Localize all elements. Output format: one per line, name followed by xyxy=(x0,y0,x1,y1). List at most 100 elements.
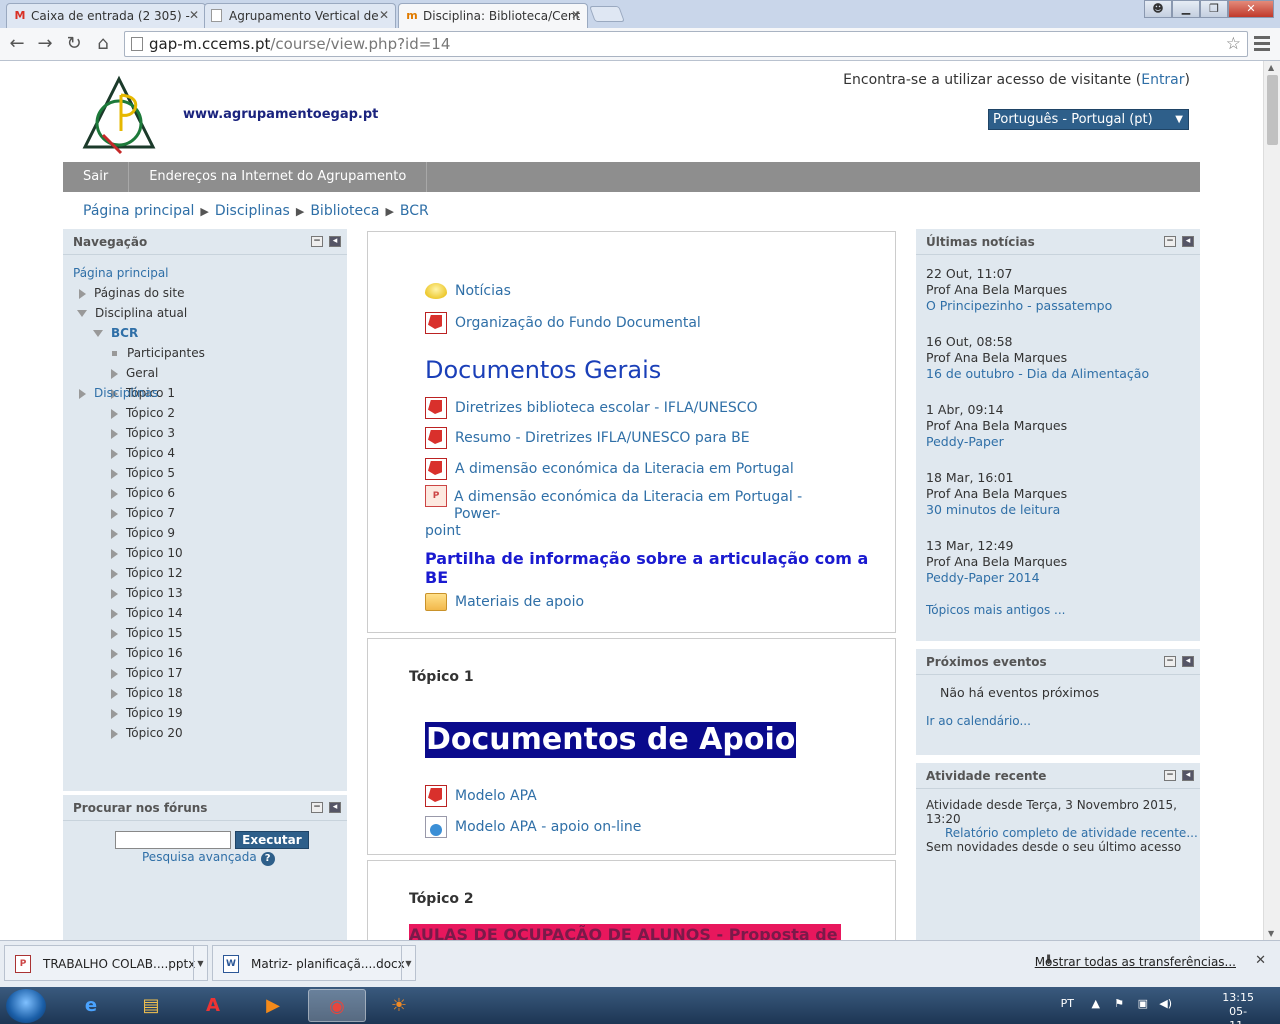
nav-topic-item[interactable]: Tópico 19 xyxy=(73,703,337,723)
dock-icon[interactable]: ◂ xyxy=(329,802,341,813)
advanced-search-link[interactable]: Pesquisa avançada ? xyxy=(115,850,347,866)
forum-search-input[interactable] xyxy=(115,831,231,849)
news-link[interactable]: O Principezinho - passatempo xyxy=(926,298,1190,314)
close-downloads-icon[interactable]: ✕ xyxy=(1255,953,1266,968)
breadcrumb-disciplinas[interactable]: Disciplinas xyxy=(215,203,290,219)
chrome-icon[interactable]: ◉ xyxy=(308,989,366,1022)
news-link[interactable]: Peddy-Paper xyxy=(926,434,1190,450)
close-tab-icon[interactable]: ✕ xyxy=(571,8,581,22)
nav-topic-item[interactable]: Tópico 5 xyxy=(73,463,337,483)
network-icon[interactable]: ▣ xyxy=(1138,997,1148,1010)
firefox-icon[interactable]: ☀ xyxy=(370,989,428,1022)
nav-topic-item[interactable]: Tópico 14 xyxy=(73,603,337,623)
news-link[interactable]: 30 minutos de leitura xyxy=(926,502,1190,518)
activity-apa[interactable]: Modelo APA xyxy=(425,785,537,807)
dock-icon[interactable]: ◂ xyxy=(329,236,341,247)
dock-icon[interactable]: ◂ xyxy=(1182,236,1194,247)
new-tab-button[interactable] xyxy=(589,6,625,22)
nav-topic-item[interactable]: Tópico 3 xyxy=(73,423,337,443)
start-button[interactable] xyxy=(6,989,46,1023)
nav-topic-item[interactable]: Tópico 9 xyxy=(73,523,337,543)
download-item-pptx[interactable]: P TRABALHO COLAB....pptx ▼ xyxy=(4,945,208,981)
nav-topic-item[interactable]: Tópico 6 xyxy=(73,483,337,503)
chevron-down-icon[interactable]: ▼ xyxy=(401,946,415,980)
show-all-downloads-link[interactable]: Mostrar todas as transferências... xyxy=(1035,955,1236,969)
collapse-icon[interactable]: − xyxy=(311,236,323,247)
activity-apa-online[interactable]: Modelo APA - apoio on-line xyxy=(425,816,641,838)
nav-courses[interactable]: Disciplinas xyxy=(73,383,337,403)
tab-disciplina[interactable]: m Disciplina: Biblioteca/Cent ✕ xyxy=(398,3,588,28)
activity-doc-3[interactable]: A dimensão económica da Literacia em Por… xyxy=(425,458,794,480)
chevron-down-icon[interactable]: ▼ xyxy=(193,946,207,980)
nav-topic-item[interactable]: Tópico 15 xyxy=(73,623,337,643)
forward-icon[interactable]: → xyxy=(34,33,56,55)
collapse-icon[interactable]: − xyxy=(1164,656,1176,667)
chrome-menu-icon[interactable] xyxy=(1254,36,1270,54)
internet-explorer-icon[interactable]: e xyxy=(62,989,120,1022)
execute-button[interactable]: Executar xyxy=(235,831,309,849)
collapse-icon[interactable]: − xyxy=(311,802,323,813)
calendar-link[interactable]: Ir ao calendário... xyxy=(916,700,1200,728)
breadcrumb-biblioteca[interactable]: Biblioteca xyxy=(310,203,379,219)
breadcrumb-bcr[interactable]: BCR xyxy=(400,203,429,219)
scroll-down-icon[interactable]: ▼ xyxy=(1268,929,1274,938)
activity-doc-2[interactable]: Resumo - Diretrizes IFLA/UNESCO para BE xyxy=(425,427,750,449)
restore-icon[interactable]: ❐ xyxy=(1200,0,1228,18)
collapse-icon[interactable]: − xyxy=(1164,236,1176,247)
page-scrollbar[interactable]: ▲ ▼ xyxy=(1263,61,1280,940)
breadcrumb-home[interactable]: Página principal xyxy=(83,203,194,219)
system-clock[interactable]: 13:15 05-11-2015 xyxy=(1222,991,1254,1024)
file-explorer-icon[interactable]: ▤ xyxy=(122,989,180,1022)
nav-topic-item[interactable]: Tópico 18 xyxy=(73,683,337,703)
activity-ppt[interactable]: P A dimensão económica da Literacia em P… xyxy=(425,485,845,540)
nav-participants[interactable]: Participantes xyxy=(73,343,337,363)
nav-topic-item[interactable]: Tópico 10 xyxy=(73,543,337,563)
nav-topic-item[interactable]: Tópico 7 xyxy=(73,503,337,523)
nav-site-pages[interactable]: Páginas do site xyxy=(73,283,337,303)
nav-topic-item[interactable]: Tópico 4 xyxy=(73,443,337,463)
full-report-link[interactable]: Relatório completo de atividade recente.… xyxy=(926,826,1200,840)
menu-item-sair[interactable]: Sair xyxy=(63,162,130,192)
close-tab-icon[interactable]: ✕ xyxy=(379,8,389,22)
login-link[interactable]: Entrar xyxy=(1141,72,1184,88)
media-player-icon[interactable]: ▶ xyxy=(244,989,302,1022)
nav-home[interactable]: Página principal xyxy=(73,263,337,283)
news-link[interactable]: 16 de outubro - Dia da Alimentação xyxy=(926,366,1190,382)
nav-course-bcr[interactable]: BCR xyxy=(73,323,337,343)
user-icon[interactable]: ☻ xyxy=(1144,0,1172,18)
download-item-docx[interactable]: W Matriz- planificaçã....docx ▼ xyxy=(212,945,416,981)
news-link[interactable]: Peddy-Paper 2014 xyxy=(926,570,1190,586)
nav-topic-item[interactable]: Tópico 20 xyxy=(73,723,337,743)
nav-topic-item[interactable]: Tópico 16 xyxy=(73,643,337,663)
dock-icon[interactable]: ◂ xyxy=(1182,770,1194,781)
collapse-icon[interactable]: − xyxy=(1164,770,1176,781)
tab-agrupamento[interactable]: Agrupamento Vertical de ✕ xyxy=(204,3,396,28)
nav-topic-item[interactable]: Tópico 13 xyxy=(73,583,337,603)
nav-topic-item[interactable]: Tópico 12 xyxy=(73,563,337,583)
older-topics-link[interactable]: Tópicos mais antigos ... xyxy=(926,603,1066,617)
close-tab-icon[interactable]: ✕ xyxy=(189,8,199,22)
language-indicator[interactable]: PT xyxy=(1061,997,1074,1010)
acrobat-icon[interactable]: A xyxy=(184,989,242,1022)
activity-org[interactable]: Organização do Fundo Documental xyxy=(425,312,701,334)
language-select[interactable]: Português - Portugal (pt) ▼ xyxy=(988,109,1189,130)
nav-topic-item[interactable]: Tópico 17 xyxy=(73,663,337,683)
nav-topic-item[interactable]: Geral xyxy=(73,363,337,383)
tray-expand-icon[interactable]: ▲ xyxy=(1092,997,1100,1010)
nav-topic-item[interactable]: Tópico 2 xyxy=(73,403,337,423)
activity-news[interactable]: Notícias xyxy=(425,283,511,299)
tab-gmail[interactable]: M Caixa de entrada (2 305) - ✕ xyxy=(6,3,206,28)
flag-icon[interactable]: ⚑ xyxy=(1114,997,1124,1010)
address-bar[interactable]: gap-m.ccems.pt/course/view.php?id=14 ☆ xyxy=(124,31,1248,57)
scrollbar-thumb[interactable] xyxy=(1267,75,1278,145)
nav-current-course[interactable]: Disciplina atual xyxy=(73,303,337,323)
star-icon[interactable]: ☆ xyxy=(1226,32,1241,56)
menu-item-enderecos[interactable]: Endereços na Internet do Agrupamento xyxy=(129,162,428,192)
activity-folder[interactable]: Materiais de apoio xyxy=(425,593,584,611)
back-icon[interactable]: ← xyxy=(6,33,28,55)
help-icon[interactable]: ? xyxy=(260,852,275,866)
minimize-icon[interactable]: ▁ xyxy=(1172,0,1200,18)
close-window-icon[interactable]: ✕ xyxy=(1228,0,1274,18)
home-icon[interactable]: ⌂ xyxy=(92,33,114,55)
reload-icon[interactable]: ↻ xyxy=(63,33,85,55)
